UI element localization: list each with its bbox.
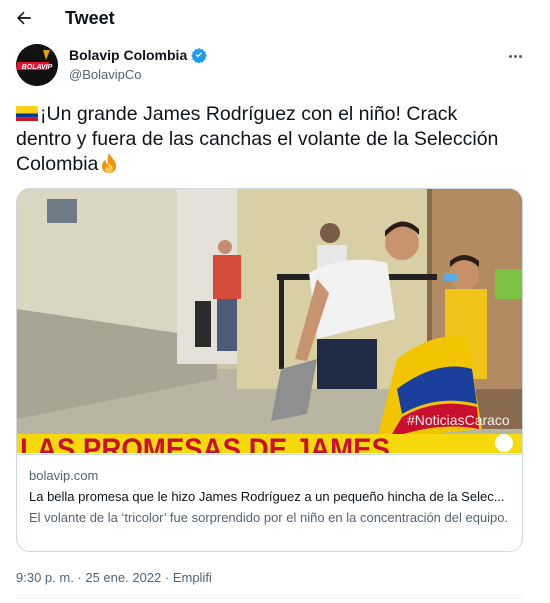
more-dot-icon: [518, 54, 522, 58]
divider: [16, 598, 523, 599]
card-image[interactable]: #NoticiasCaraco LAS PROMESAS DE JAMES: [17, 189, 522, 453]
more-options-button[interactable]: [504, 46, 526, 66]
tweet-text: ¡Un grande James Rodríguez con el niño! …: [16, 102, 516, 177]
card-title: La bella promesa que le hizo James Rodrí…: [29, 489, 505, 504]
author-name-row: Bolavip Colombia: [69, 47, 207, 63]
card-info[interactable]: bolavip.com La bella promesa que le hizo…: [17, 454, 522, 551]
tweet-timestamp[interactable]: 9:30 p. m. · 25 ene. 2022 · Emplifi: [16, 570, 212, 585]
colombia-flag-icon: [16, 106, 38, 121]
card-domain: bolavip.com: [29, 468, 99, 483]
svg-text:#NoticiasCaraco: #NoticiasCaraco: [407, 412, 510, 428]
fire-icon: [102, 153, 117, 173]
video-frame-image: #NoticiasCaraco LAS PROMESAS DE JAMES: [17, 189, 522, 453]
svg-text:BOLAVIP: BOLAVIP: [22, 64, 53, 71]
author-handle[interactable]: @BolavipCo: [69, 67, 141, 82]
arrow-left-icon: [17, 11, 31, 25]
svg-text:LAS PROMESAS DE JAMES: LAS PROMESAS DE JAMES: [20, 433, 390, 453]
link-card[interactable]: #NoticiasCaraco LAS PROMESAS DE JAMES bo…: [16, 188, 523, 552]
more-dot-icon: [508, 54, 512, 58]
back-button[interactable]: [12, 6, 36, 30]
bolavip-logo: BOLAVIP: [16, 44, 58, 86]
author-name[interactable]: Bolavip Colombia: [69, 47, 187, 63]
more-dot-icon: [513, 54, 517, 58]
avatar[interactable]: BOLAVIP: [16, 44, 58, 86]
tweet-body-text: ¡Un grande James Rodríguez con el niño! …: [16, 103, 499, 175]
card-description: El volante de la ‘tricolor’ fue sorprend…: [29, 510, 509, 525]
page-title: Tweet: [65, 8, 115, 28]
verified-badge-icon: [191, 48, 207, 63]
top-bar: Tweet: [0, 0, 550, 36]
